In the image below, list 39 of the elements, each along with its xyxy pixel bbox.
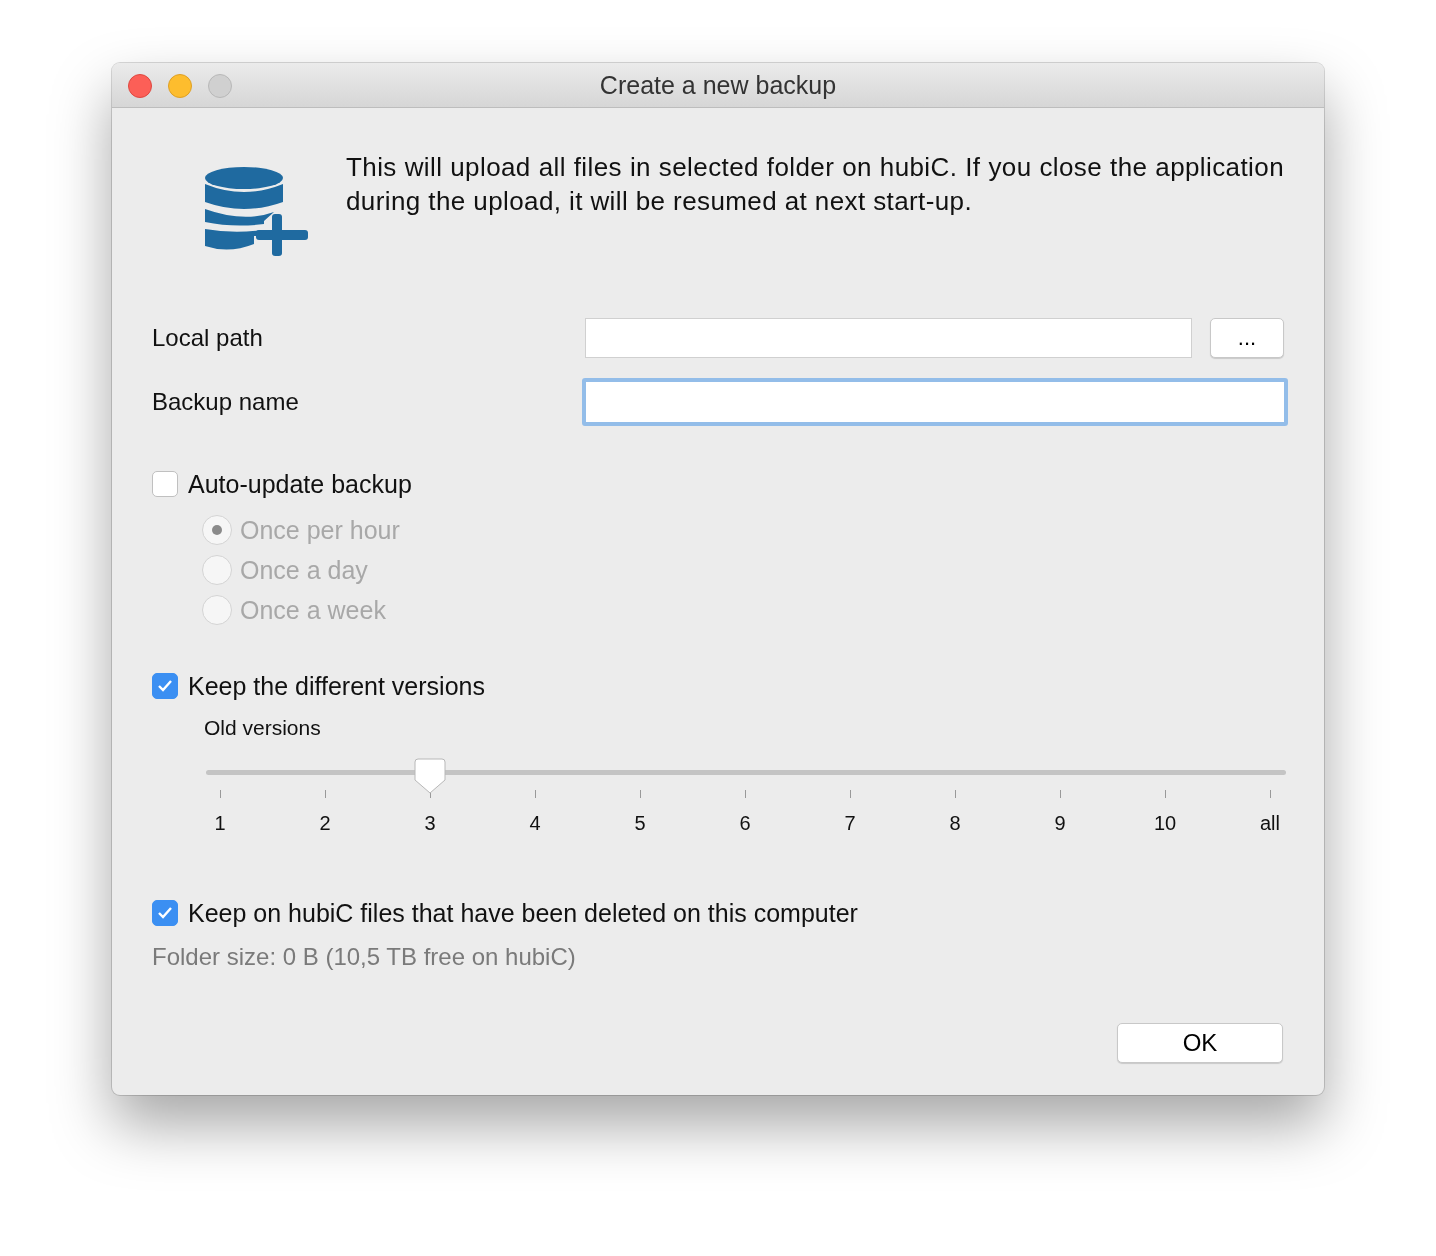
slider-thumb[interactable]	[414, 758, 446, 794]
tick-label: 3	[424, 812, 436, 835]
database-plus-icon	[204, 166, 310, 258]
tick-label: 1	[214, 812, 226, 835]
checkbox[interactable]	[152, 673, 178, 699]
checkbox[interactable]	[152, 900, 178, 926]
text-input-field[interactable]	[585, 318, 1192, 358]
description-text: This will upload all files in selected folder on hubiC. If you close the application during the upload, it will be resumed at next start-up.	[346, 151, 1284, 218]
tick-label: 4	[529, 812, 541, 835]
radio-button[interactable]	[202, 595, 232, 625]
browse-button[interactable]: ...	[1210, 318, 1284, 358]
field-label: Local path	[152, 324, 264, 352]
field-label: Backup name	[152, 388, 300, 416]
tick-label: 5	[634, 812, 646, 835]
tick-label: all	[1260, 812, 1280, 835]
tick-label: 9	[1054, 812, 1066, 835]
tick-label: 6	[739, 812, 751, 835]
checkmark-icon	[157, 906, 173, 920]
checkbox[interactable]	[152, 471, 178, 497]
ok-button[interactable]: OK	[1117, 1023, 1283, 1063]
minimize-button[interactable]	[168, 74, 192, 98]
tick-label: 10	[1153, 812, 1177, 835]
tick-label: 2	[319, 812, 331, 835]
checkbox-label: Keep the different versions	[188, 671, 485, 701]
close-button[interactable]	[128, 74, 152, 98]
folder-size-text: Folder size: 0 B (10,5 TB free on hubiC)	[152, 943, 577, 971]
radio-label: Once per hour	[240, 515, 400, 545]
window-title: Create a new backup	[599, 70, 837, 100]
tick-label: 8	[949, 812, 961, 835]
radio-button[interactable]	[202, 555, 232, 585]
radio-button[interactable]	[202, 515, 232, 545]
checkbox-label: Auto-update backup	[188, 469, 412, 499]
text-input-field[interactable]	[582, 378, 1288, 426]
checkmark-icon	[157, 679, 173, 693]
slider-label: Old versions	[204, 716, 322, 740]
radio-label: Once a day	[240, 555, 368, 585]
tick-label: 7	[844, 812, 856, 835]
radio-label: Once a week	[240, 595, 386, 625]
checkbox-label: Keep on hubiC files that have been deleted on this computer	[188, 898, 858, 928]
